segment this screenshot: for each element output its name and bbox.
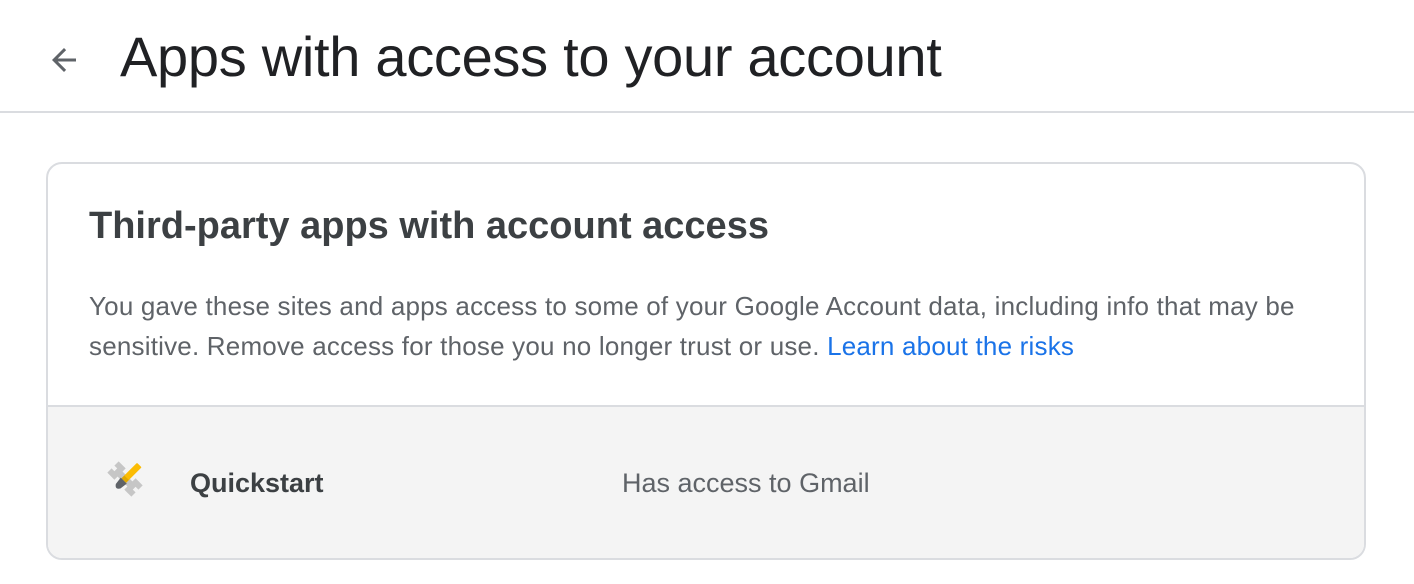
app-name: Quickstart bbox=[190, 468, 324, 498]
wrench-brush-icon bbox=[102, 458, 148, 500]
card-description: You gave these sites and apps access to … bbox=[89, 286, 1329, 366]
card-description-text: You gave these sites and apps access to … bbox=[89, 291, 1295, 361]
back-button[interactable] bbox=[32, 28, 96, 92]
page-title: Apps with access to your account bbox=[120, 25, 942, 88]
learn-about-risks-link[interactable]: Learn about the risks bbox=[827, 331, 1074, 361]
page-header: Apps with access to your account bbox=[0, 0, 1414, 113]
card-title: Third-party apps with account access bbox=[89, 205, 769, 247]
arrow-back-icon bbox=[52, 48, 76, 72]
app-access-description: Has access to Gmail bbox=[622, 468, 870, 498]
third-party-apps-card: Third-party apps with account access You… bbox=[46, 162, 1366, 560]
app-row-quickstart[interactable]: Quickstart Has access to Gmail bbox=[48, 405, 1364, 558]
